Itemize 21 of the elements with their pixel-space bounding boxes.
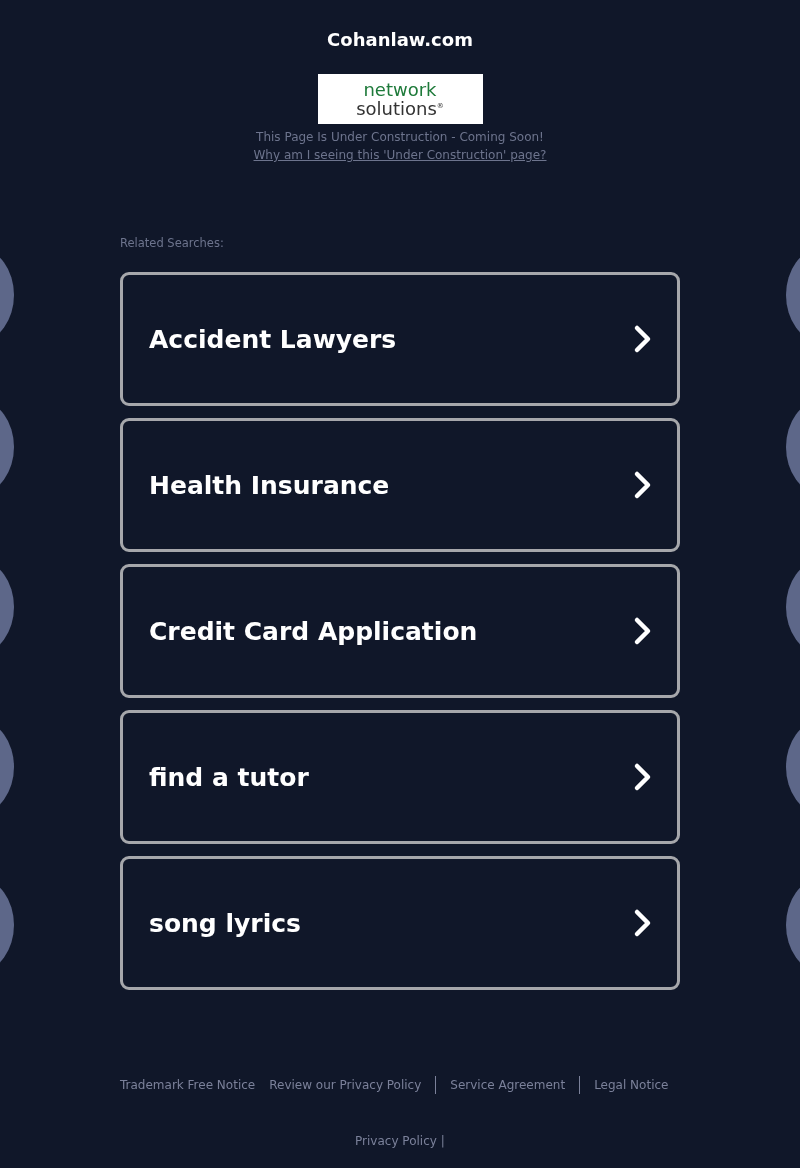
search-link-card[interactable]: song lyrics [120, 856, 680, 990]
privacy-policy-link[interactable]: Privacy Policy [355, 1134, 437, 1148]
search-link-card[interactable]: Accident Lawyers [120, 272, 680, 406]
construction-notice: This Page Is Under Construction - Coming Soon! [256, 129, 544, 146]
footer-link[interactable]: Trademark Free Notice [120, 1078, 256, 1092]
search-link-card[interactable]: Health Insurance [120, 418, 680, 552]
search-link-card[interactable]: find a tutor [120, 710, 680, 844]
footer-link[interactable]: Review our Privacy Policy [269, 1078, 422, 1092]
chevron-right-icon [633, 616, 653, 646]
separator: | [440, 1134, 445, 1148]
footer-link[interactable]: Legal Notice [594, 1078, 669, 1092]
chevron-right-icon [633, 324, 653, 354]
related-searches-heading: Related Searches: [120, 236, 225, 250]
site-title: Cohanlaw.com [327, 29, 473, 51]
chevron-right-icon [633, 908, 653, 938]
network-solutions-logo: network solutions$^{®}$ [317, 74, 483, 124]
explanation-link[interactable]: Why am I seeing this 'Under Construction' page? [253, 146, 547, 164]
chevron-right-icon [633, 762, 653, 792]
footer-link[interactable]: Service Agreement [450, 1078, 566, 1092]
search-link-card[interactable]: Credit Card Application [120, 564, 680, 698]
chevron-right-icon [633, 470, 653, 500]
